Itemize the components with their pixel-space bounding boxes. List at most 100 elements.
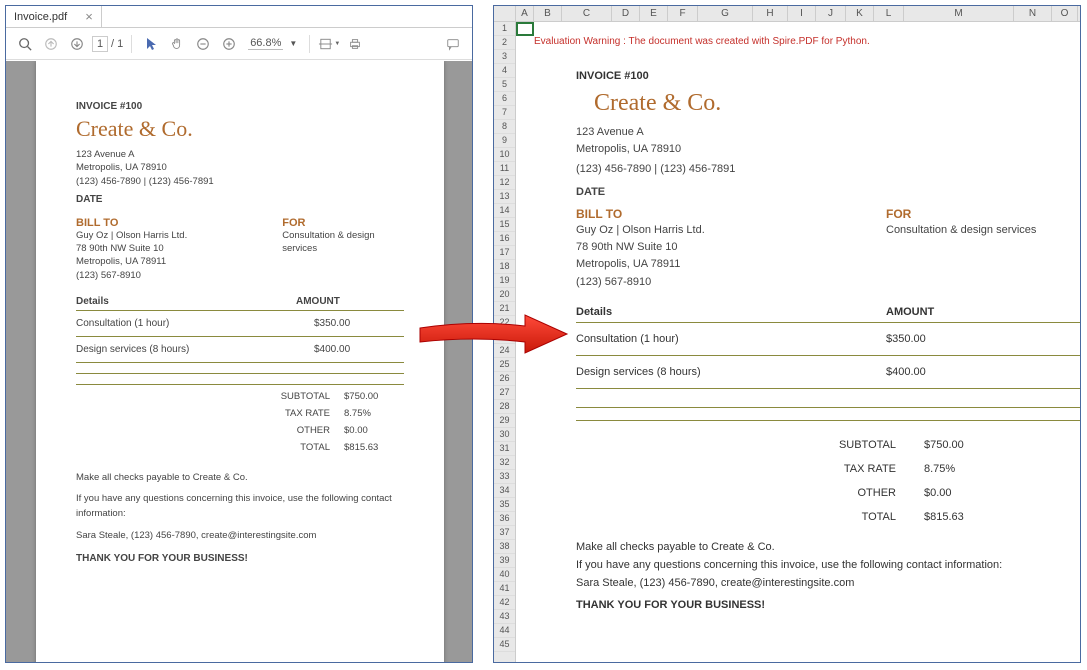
tab-invoice[interactable]: Invoice.pdf × — [6, 6, 102, 27]
close-icon[interactable]: × — [85, 9, 93, 24]
xl-total: $815.63 — [924, 511, 1004, 523]
col-header-H[interactable]: H — [753, 6, 788, 21]
cells-area[interactable]: Evaluation Warning : The document was cr… — [516, 22, 1080, 662]
row-header-24[interactable]: 24 — [494, 344, 515, 358]
row-header-35[interactable]: 35 — [494, 498, 515, 512]
row-header-20[interactable]: 20 — [494, 288, 515, 302]
row-header-14[interactable]: 14 — [494, 204, 515, 218]
row-header-41[interactable]: 41 — [494, 582, 515, 596]
xl-contact: Sara Steale, (123) 456-7890, create@inte… — [576, 577, 1080, 589]
row-header-45[interactable]: 45 — [494, 638, 515, 652]
row-header-15[interactable]: 15 — [494, 218, 515, 232]
row-header-13[interactable]: 13 — [494, 190, 515, 204]
active-cell-cursor — [516, 22, 534, 36]
row-header-30[interactable]: 30 — [494, 428, 515, 442]
hand-icon[interactable] — [166, 33, 188, 55]
row-headers: 1234567891011121314151617181920212223242… — [494, 22, 516, 662]
row-header-22[interactable]: 22 — [494, 316, 515, 330]
zoom-in-icon[interactable] — [218, 33, 240, 55]
row-header-37[interactable]: 37 — [494, 526, 515, 540]
col-header-A[interactable]: A — [516, 6, 534, 21]
row-header-32[interactable]: 32 — [494, 456, 515, 470]
billto-label: BILL TO — [76, 217, 282, 229]
col-header-G[interactable]: G — [698, 6, 753, 21]
row-header-28[interactable]: 28 — [494, 400, 515, 414]
xl-company: Create & Co. — [594, 90, 1080, 117]
row-header-6[interactable]: 6 — [494, 92, 515, 106]
zoom-out-icon[interactable] — [192, 33, 214, 55]
row-header-8[interactable]: 8 — [494, 120, 515, 134]
row-header-17[interactable]: 17 — [494, 246, 515, 260]
col-header-F[interactable]: F — [668, 6, 698, 21]
arrow-down-icon[interactable] — [66, 33, 88, 55]
xl-item-desc: Design services (8 hours) — [576, 366, 886, 378]
xl-addr1: 123 Avenue A — [576, 125, 1080, 140]
xl-billto-name: Guy Oz | Olson Harris Ltd. — [576, 223, 886, 238]
row-header-19[interactable]: 19 — [494, 274, 515, 288]
row-header-16[interactable]: 16 — [494, 232, 515, 246]
row-header-44[interactable]: 44 — [494, 624, 515, 638]
row-header-38[interactable]: 38 — [494, 540, 515, 554]
row-header-33[interactable]: 33 — [494, 470, 515, 484]
xl-billto-label: BILL TO — [576, 207, 886, 221]
row-header-21[interactable]: 21 — [494, 302, 515, 316]
col-header-M[interactable]: M — [904, 6, 1014, 21]
comment-icon[interactable] — [442, 33, 464, 55]
zoom-dropdown[interactable]: 66.8%▼ — [244, 37, 301, 50]
row-header-40[interactable]: 40 — [494, 568, 515, 582]
col-header-E[interactable]: E — [640, 6, 668, 21]
arrow-up-icon[interactable] — [40, 33, 62, 55]
pointer-icon[interactable] — [140, 33, 162, 55]
row-header-42[interactable]: 42 — [494, 596, 515, 610]
xl-total-label: TOTAL — [816, 511, 896, 523]
xl-thanks: THANK YOU FOR YOUR BUSINESS! — [576, 599, 1080, 611]
row-header-1[interactable]: 1 — [494, 22, 515, 36]
billto-addr2: Metropolis, UA 78911 — [76, 255, 282, 268]
col-header-K[interactable]: K — [846, 6, 874, 21]
select-all-corner[interactable] — [494, 6, 516, 21]
row-header-4[interactable]: 4 — [494, 64, 515, 78]
row-header-5[interactable]: 5 — [494, 78, 515, 92]
col-header-B[interactable]: B — [534, 6, 562, 21]
page-current-input[interactable]: 1 — [92, 36, 108, 52]
questions: If you have any questions concerning thi… — [76, 491, 404, 521]
row-header-26[interactable]: 26 — [494, 372, 515, 386]
row-header-43[interactable]: 43 — [494, 610, 515, 624]
row-header-3[interactable]: 3 — [494, 50, 515, 64]
search-icon[interactable] — [14, 33, 36, 55]
col-header-O[interactable]: O — [1052, 6, 1078, 21]
col-header-L[interactable]: L — [874, 6, 904, 21]
row-header-12[interactable]: 12 — [494, 176, 515, 190]
row-header-18[interactable]: 18 — [494, 260, 515, 274]
xl-billto-phone: (123) 567-8910 — [576, 275, 886, 290]
tax-label: TAX RATE — [260, 408, 330, 419]
xl-questions: If you have any questions concerning thi… — [576, 559, 1080, 571]
item-amount: $400.00 — [314, 344, 404, 355]
row-header-11[interactable]: 11 — [494, 162, 515, 176]
row-header-23[interactable]: 23 — [494, 330, 515, 344]
row-header-34[interactable]: 34 — [494, 484, 515, 498]
row-header-31[interactable]: 31 — [494, 442, 515, 456]
row-header-25[interactable]: 25 — [494, 358, 515, 372]
row-header-27[interactable]: 27 — [494, 386, 515, 400]
col-header-N[interactable]: N — [1014, 6, 1052, 21]
row-header-36[interactable]: 36 — [494, 512, 515, 526]
row-header-2[interactable]: 2 — [494, 36, 515, 50]
row-header-39[interactable]: 39 — [494, 554, 515, 568]
pdf-canvas-area[interactable]: INVOICE #100 Create & Co. 123 Avenue A M… — [6, 61, 472, 662]
row-header-29[interactable]: 29 — [494, 414, 515, 428]
row-header-9[interactable]: 9 — [494, 134, 515, 148]
col-header-D[interactable]: D — [612, 6, 640, 21]
xl-billto-addr2: Metropolis, UA 78911 — [576, 257, 886, 272]
row-header-7[interactable]: 7 — [494, 106, 515, 120]
xl-billto-addr1: 78 90th NW Suite 10 — [576, 240, 886, 255]
fit-width-icon[interactable]: ▼ — [318, 33, 340, 55]
row-header-10[interactable]: 10 — [494, 148, 515, 162]
tab-bar: Invoice.pdf × — [6, 6, 472, 28]
addr1: 123 Avenue A — [76, 148, 404, 161]
print-icon[interactable] — [344, 33, 366, 55]
col-header-I[interactable]: I — [788, 6, 816, 21]
col-header-J[interactable]: J — [816, 6, 846, 21]
col-header-C[interactable]: C — [562, 6, 612, 21]
xl-addr2: Metropolis, UA 78910 — [576, 142, 1080, 157]
